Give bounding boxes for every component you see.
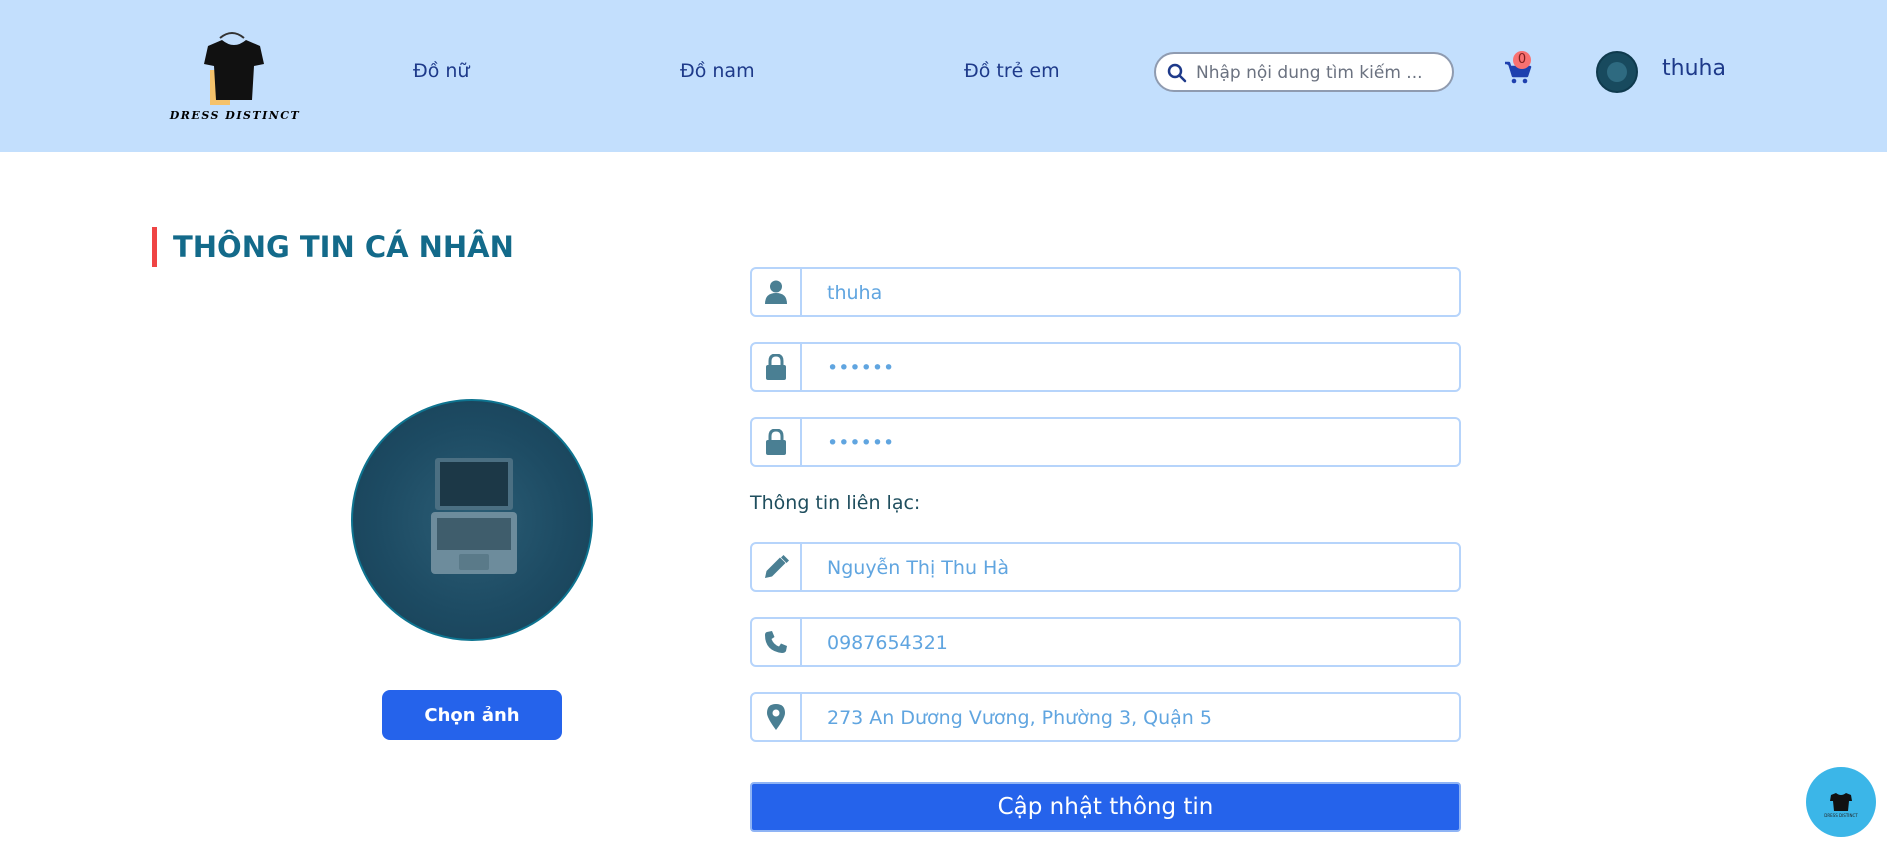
update-info-button[interactable]: Cập nhật thông tin [750,782,1461,832]
logo[interactable]: DRESS DISTINCT [160,30,310,130]
chat-button-text: DRESS DISTINCT [1824,813,1858,818]
tshirt-icon [1830,793,1852,811]
user-avatar[interactable] [1596,51,1638,93]
chat-button[interactable]: DRESS DISTINCT [1806,767,1876,837]
phone-field [750,617,1461,667]
laptop-image [431,458,517,574]
nav-women[interactable]: Đồ nữ [413,60,469,82]
search-input[interactable] [1196,62,1436,84]
phone-icon [752,619,802,665]
lock-icon [752,419,802,465]
fullname-input[interactable] [827,556,1447,580]
nav-men[interactable]: Đồ nam [680,60,755,82]
search-box [1154,52,1454,92]
search-icon[interactable] [1167,63,1187,83]
contact-info-label: Thông tin liên lạc: [750,492,921,514]
title-accent-bar [152,227,157,267]
username-input[interactable] [827,281,1447,305]
address-field [750,692,1461,742]
confirm-password-field [750,417,1461,467]
user-icon [752,269,802,315]
phone-input[interactable] [827,631,1447,655]
header-username[interactable]: thuha [1662,56,1726,81]
location-pin-icon [752,694,802,740]
confirm-password-input[interactable] [827,431,1447,455]
password-field [750,342,1461,392]
profile-picture [351,399,593,641]
choose-image-button[interactable]: Chọn ảnh [382,690,562,740]
page-title: THÔNG TIN CÁ NHÂN [173,230,514,264]
tshirt-logo-icon [204,32,264,105]
username-field [750,267,1461,317]
lock-icon [752,344,802,390]
password-input[interactable] [827,356,1447,380]
site-header: DRESS DISTINCT Đồ nữ Đồ nam Đồ trẻ em 0 … [0,0,1887,152]
fullname-field [750,542,1461,592]
logo-text: DRESS DISTINCT [169,109,301,122]
address-input[interactable] [827,706,1447,730]
cart-count-badge: 0 [1513,51,1531,69]
pencil-icon [752,544,802,590]
nav-kids[interactable]: Đồ trẻ em [964,60,1060,82]
